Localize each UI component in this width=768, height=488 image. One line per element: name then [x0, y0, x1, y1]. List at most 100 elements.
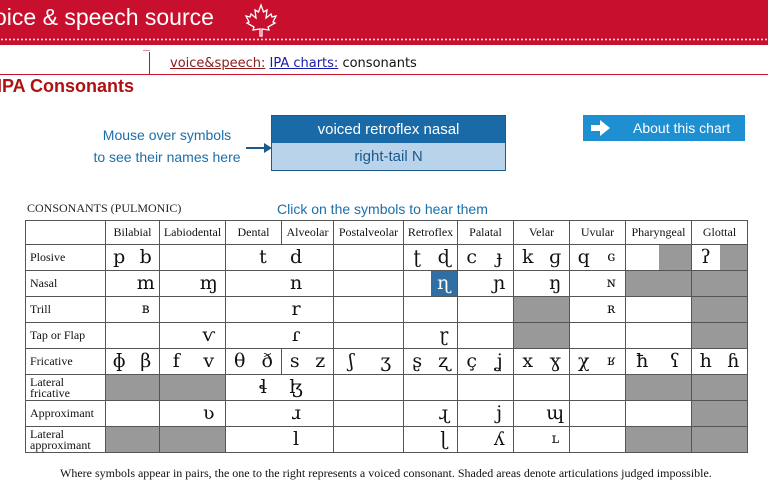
- symbol-uvular-trill[interactable]: ʀ: [598, 298, 625, 322]
- symbol-g[interactable]: ɡ: [542, 246, 569, 270]
- cell-trill-pharyngeal: [625, 296, 692, 323]
- symbol-eth[interactable]: ð: [254, 350, 281, 374]
- row-label-approximant: Approximant: [25, 400, 106, 427]
- cell-trill-glottal-shaded: [691, 296, 748, 323]
- row-label-trill: Trill: [25, 296, 106, 323]
- symbol-velar-approximant[interactable]: ɰ: [542, 402, 569, 426]
- symbol-b[interactable]: b: [133, 246, 159, 270]
- symbol-z[interactable]: z: [308, 350, 333, 374]
- cell-fricative-bilabial: ɸβ: [105, 348, 160, 375]
- symbol-retroflex-approximant[interactable]: ɻ: [431, 402, 457, 426]
- symbol-hooktop-h[interactable]: ɦ: [720, 350, 747, 374]
- shaded-area: [658, 245, 691, 270]
- symbol-d[interactable]: d: [280, 246, 313, 270]
- breadcrumb-link-voice-speech[interactable]: voice&speech:: [170, 56, 265, 71]
- symbol-ezh[interactable]: ʒ: [369, 350, 403, 374]
- symbol-gamma[interactable]: ɣ: [542, 350, 569, 374]
- symbol-theta[interactable]: θ: [227, 350, 254, 374]
- symbol-retroflex-lateral[interactable]: ɭ: [431, 428, 457, 452]
- cell-latfric-pharyngeal-shaded: [625, 374, 692, 401]
- row-label-nasal: Nasal: [25, 270, 106, 297]
- symbol-voiceless-retroflex-plosive[interactable]: ʈ: [405, 246, 431, 270]
- row-label-tap-flap: Tap or Flap: [25, 322, 106, 349]
- breadcrumb-link-ipa-charts[interactable]: IPA charts:: [269, 56, 338, 71]
- cell-trill-bilabial: ʙ: [105, 296, 160, 323]
- hint-line-1: Mouse over symbols: [102, 127, 232, 143]
- symbol-q[interactable]: q: [571, 246, 598, 270]
- symbol-x[interactable]: x: [515, 350, 542, 374]
- symbol-velar-nasal[interactable]: ŋ: [542, 272, 569, 296]
- symbol-glottal-stop[interactable]: ʔ: [693, 246, 720, 270]
- symbol-beta[interactable]: β: [133, 350, 159, 374]
- symbol-voiced-retroflex-plosive[interactable]: ɖ: [431, 246, 457, 270]
- about-chart-button[interactable]: About this chart: [583, 115, 745, 141]
- symbol-curly-j[interactable]: ʝ: [486, 350, 513, 374]
- symbol-retroflex-nasal[interactable]: ɳ: [430, 271, 457, 296]
- symbol-voiced-palatal-plosive[interactable]: ɟ: [486, 246, 513, 270]
- symbol-phi[interactable]: ɸ: [107, 350, 133, 374]
- symbol-bilabial-trill[interactable]: ʙ: [133, 298, 159, 322]
- cell-latapprox-palatal: ʎ: [457, 426, 514, 453]
- symbol-f[interactable]: f: [161, 350, 193, 374]
- site-banner: oice & speech source: [0, 0, 768, 45]
- symbol-t[interactable]: t: [246, 246, 279, 270]
- symbol-c[interactable]: c: [459, 246, 486, 270]
- cell-trill-retroflex: [403, 296, 458, 323]
- symbol-retroflex-s[interactable]: ʂ: [405, 350, 431, 374]
- cell-trill-postalveolar: [333, 296, 404, 323]
- symbol-palatal-nasal[interactable]: ɲ: [486, 272, 513, 296]
- table-title: CONSONANTS (PULMONIC): [27, 201, 182, 215]
- symbol-s[interactable]: s: [283, 350, 308, 374]
- symbol-uvular-nasal[interactable]: ɴ: [598, 272, 625, 296]
- symbol-h-bar[interactable]: ħ: [627, 350, 659, 374]
- symbol-labiodental-approximant[interactable]: ʋ: [193, 402, 225, 426]
- cell-plosive-uvular: qɢ: [569, 244, 626, 271]
- symbol-alveolar-tap[interactable]: ɾ: [280, 324, 313, 348]
- symbol-inverted-r[interactable]: ʁ: [598, 350, 625, 374]
- symbol-v[interactable]: v: [193, 350, 225, 374]
- symbol-j[interactable]: j: [486, 402, 513, 426]
- symbol-turned-y[interactable]: ʎ: [486, 428, 513, 452]
- mouseover-hint: Mouse over symbols to see their names he…: [88, 124, 246, 168]
- symbol-esh[interactable]: ʃ: [335, 350, 369, 374]
- symbol-voiced-uvular-plosive[interactable]: ɢ: [598, 246, 625, 270]
- pharyngeal-plosive-empty: [627, 246, 659, 270]
- cell-latfric-bilabial-shaded: [105, 374, 160, 401]
- row-fricative: Fricative ɸβ fv θð sz ʃʒ ʂʐ çʝ xɣ χʁ ħʕ …: [25, 348, 748, 375]
- row-label-lateral-fricative: Lateral fricative: [25, 374, 106, 401]
- symbol-retroflex-z[interactable]: ʐ: [431, 350, 457, 374]
- symbol-small-cap-l[interactable]: ʟ: [542, 428, 569, 452]
- symbol-m[interactable]: m: [133, 272, 159, 296]
- cell-approx-velar: ɰ: [513, 400, 570, 427]
- click-hint: Click on the symbols to hear them: [277, 201, 488, 217]
- row-lateral-fricative: Lateral fricative ɬɮ: [25, 374, 748, 401]
- symbol-c-cedilla[interactable]: ç: [459, 350, 486, 374]
- symbol-lezh[interactable]: ɮ: [280, 376, 313, 400]
- symbol-r[interactable]: r: [280, 298, 313, 322]
- cell-fricative-uvular: χʁ: [569, 348, 626, 375]
- cell-latapprox-glottal-shaded: [691, 426, 748, 453]
- symbol-retroflex-flap[interactable]: ɽ: [431, 324, 457, 348]
- cell-plosive-glottal: ʔ: [691, 244, 748, 271]
- symbol-chi[interactable]: χ: [571, 350, 598, 374]
- symbol-labiodental-nasal[interactable]: ɱ: [193, 272, 225, 296]
- cell-approx-postalveolar: [333, 400, 404, 427]
- cell-nasal-labiodental: ɱ: [159, 270, 226, 297]
- symbol-l[interactable]: l: [280, 428, 313, 452]
- symbol-reversed-glottal[interactable]: ʕ: [659, 350, 691, 374]
- symbol-h[interactable]: h: [693, 350, 720, 374]
- symbol-name-display: voiced retroflex nasal right-tail N: [271, 115, 506, 171]
- breadcrumb-current: consonants: [342, 56, 417, 71]
- site-title[interactable]: oice & speech source: [0, 4, 214, 31]
- symbol-labiodental-flap[interactable]: ⱱ: [193, 324, 225, 348]
- cell-tap-velar-shaded: [513, 322, 570, 349]
- symbol-turned-r[interactable]: ɹ: [280, 402, 313, 426]
- col-header-postalveolar: Postalveolar: [333, 220, 404, 245]
- cell-latfric-alveolar: ɬɮ: [225, 374, 334, 401]
- symbol-belted-l[interactable]: ɬ: [246, 376, 279, 400]
- symbol-p[interactable]: p: [107, 246, 133, 270]
- row-nasal: Nasal m ɱ n ɳ ɲ ŋ ɴ: [25, 270, 748, 297]
- symbol-n[interactable]: n: [280, 272, 313, 296]
- cell-fricative-alveolar: sz: [281, 348, 334, 375]
- symbol-k[interactable]: k: [515, 246, 542, 270]
